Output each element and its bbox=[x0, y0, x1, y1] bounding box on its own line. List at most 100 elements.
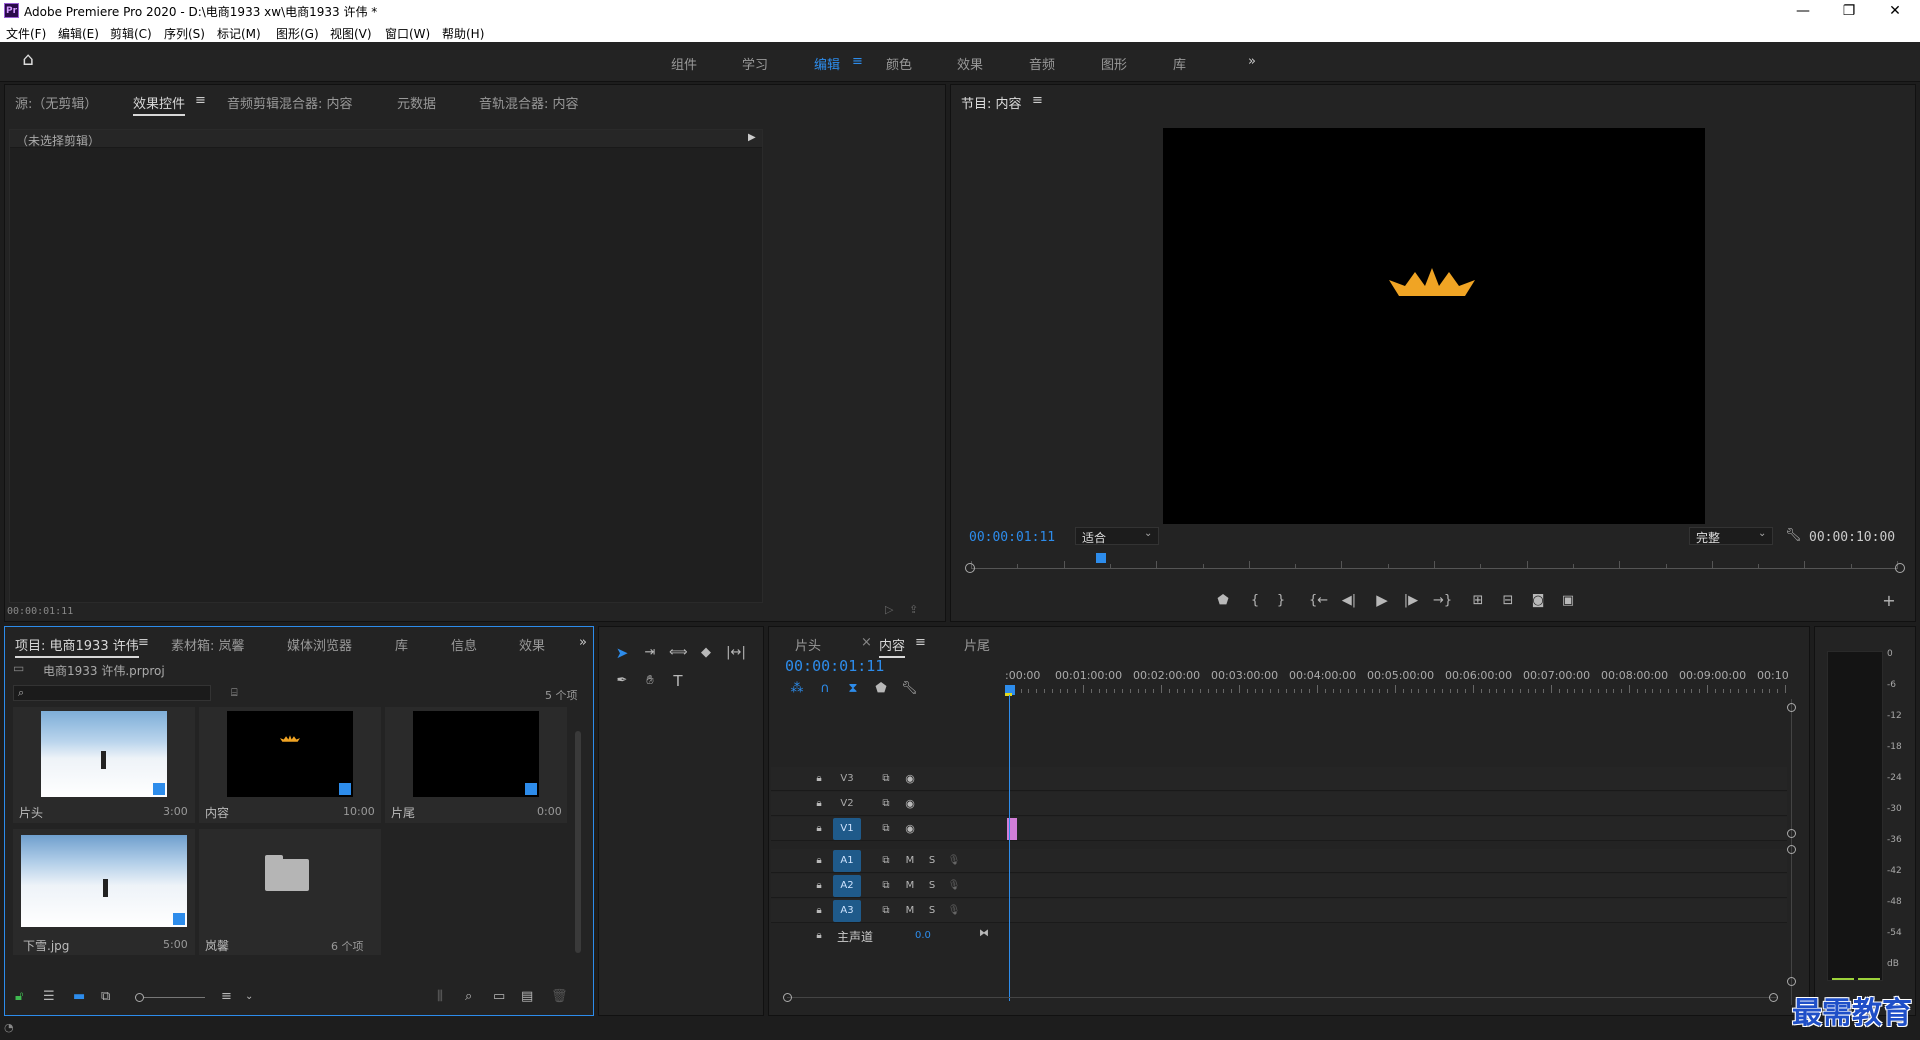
lock-icon[interactable]: 🔒︎ bbox=[813, 853, 825, 869]
sync-lock-icon[interactable]: ⧉ bbox=[879, 796, 893, 812]
lock-icon[interactable]: 🔓︎ bbox=[15, 989, 23, 1005]
track-label-v1[interactable]: V1 bbox=[833, 818, 861, 840]
tab-audio-clip-mixer[interactable]: 音频剪辑混合器: 内容 bbox=[227, 93, 353, 112]
menu-graphics[interactable]: 图形(G) bbox=[276, 25, 319, 42]
project-menu-icon[interactable]: ≡ bbox=[138, 635, 149, 650]
close-button[interactable]: ✕ bbox=[1872, 0, 1918, 22]
snap-icon[interactable]: ∩ bbox=[817, 681, 833, 697]
list-view-icon[interactable]: ☰ bbox=[43, 989, 55, 1005]
filter-icon[interactable]: ▷ bbox=[885, 603, 893, 616]
nest-icon[interactable]: ⁂ bbox=[789, 681, 805, 697]
tab-sequence-content[interactable]: 内容 bbox=[879, 635, 906, 658]
tab-sequence-outro[interactable]: 片尾 bbox=[964, 635, 990, 654]
lock-icon[interactable]: 🔒︎ bbox=[813, 771, 825, 787]
menu-window[interactable]: 窗口(W) bbox=[385, 25, 430, 42]
program-current-timecode[interactable]: 00:00:01:11 bbox=[969, 530, 1055, 545]
workspace-editing[interactable]: 编辑 bbox=[814, 54, 840, 73]
audio-scroll-top-handle[interactable] bbox=[1787, 845, 1796, 854]
icon-view-icon[interactable]: ▬ bbox=[73, 989, 85, 1005]
go-to-in-icon[interactable]: {← bbox=[1309, 593, 1328, 609]
mute-button[interactable]: M bbox=[903, 878, 917, 894]
export-icon[interactable]: ⇪ bbox=[909, 603, 918, 616]
timeline-menu-icon[interactable]: ≡ bbox=[915, 635, 926, 650]
solo-button[interactable]: S bbox=[925, 853, 939, 869]
project-item-bin[interactable]: 岚馨 6 个项 bbox=[199, 829, 381, 955]
lift-icon[interactable]: ⊞ bbox=[1469, 593, 1487, 609]
track-label-v2[interactable]: V2 bbox=[833, 793, 861, 815]
workspace-menu-icon[interactable]: ≡ bbox=[852, 54, 863, 69]
fit-dropdown[interactable]: 适合 ⌄ bbox=[1075, 527, 1159, 545]
scroll-start-handle[interactable] bbox=[965, 563, 975, 573]
track-label-a2[interactable]: A2 bbox=[833, 875, 861, 897]
track-row-v2[interactable]: 🔒︎ V2 ⧉ ◉ bbox=[771, 792, 1787, 816]
track-row-v3[interactable]: 🔒︎ V3 ⧉ ◉ bbox=[771, 767, 1787, 791]
eye-icon[interactable]: ◉ bbox=[903, 771, 917, 787]
linked-selection-icon[interactable]: ⧗ bbox=[845, 681, 861, 697]
tab-project[interactable]: 项目: 电商1933 许伟 bbox=[15, 635, 139, 658]
project-item-intro[interactable]: 片头 3:00 bbox=[13, 707, 195, 823]
pen-tool-icon[interactable]: ✒ bbox=[613, 673, 631, 689]
project-item-outro[interactable]: 片尾 0:00 bbox=[385, 707, 567, 823]
tab-metadata[interactable]: 元数据 bbox=[397, 93, 436, 112]
step-back-icon[interactable]: ◀| bbox=[1341, 593, 1357, 609]
workspace-audio[interactable]: 音频 bbox=[1029, 54, 1055, 73]
microphone-icon[interactable]: 🎙︎ bbox=[947, 903, 961, 919]
track-label-a1[interactable]: A1 bbox=[833, 850, 861, 872]
mute-button[interactable]: M bbox=[903, 903, 917, 919]
track-label-a3[interactable]: A3 bbox=[833, 900, 861, 922]
program-title[interactable]: 节目: 内容 bbox=[961, 93, 1022, 112]
workspace-libraries[interactable]: 库 bbox=[1173, 54, 1186, 73]
menu-sequence[interactable]: 序列(S) bbox=[164, 25, 205, 42]
new-search-bin-icon[interactable]: ⌸ bbox=[231, 686, 238, 700]
menu-edit[interactable]: 编辑(E) bbox=[58, 25, 99, 42]
menu-clip[interactable]: 剪辑(C) bbox=[110, 25, 152, 42]
video-scroll-bottom-handle[interactable] bbox=[1787, 829, 1796, 838]
tab-effect-controls[interactable]: 效果控件 bbox=[133, 93, 186, 116]
tab-source[interactable]: 源:（无剪辑） bbox=[15, 93, 97, 112]
timeline-timecode[interactable]: 00:00:01:11 bbox=[785, 657, 884, 675]
wrench-icon[interactable]: 🔧︎ bbox=[1785, 528, 1802, 543]
add-marker-icon[interactable]: ⬟ bbox=[873, 681, 889, 697]
step-forward-icon[interactable]: |▶ bbox=[1403, 593, 1419, 609]
tab-bin[interactable]: 素材箱: 岚馨 bbox=[171, 635, 245, 654]
hand-tool-icon[interactable]: ✋︎ bbox=[641, 673, 659, 689]
track-row-v1[interactable]: 🔒︎ V1 ⧉ ◉ bbox=[771, 817, 1787, 841]
home-icon[interactable]: ⌂ bbox=[18, 51, 38, 69]
button-editor-plus-icon[interactable]: + bbox=[1881, 593, 1897, 609]
workspace-assembly[interactable]: 组件 bbox=[671, 54, 697, 73]
expand-arrow-icon[interactable]: ▶ bbox=[748, 132, 756, 143]
microphone-icon[interactable]: 🎙︎ bbox=[947, 878, 961, 894]
mark-in-icon[interactable]: { bbox=[1247, 593, 1263, 609]
ripple-edit-tool-icon[interactable]: ⟺ bbox=[669, 645, 688, 661]
program-playhead[interactable] bbox=[1095, 553, 1106, 563]
minimize-button[interactable]: — bbox=[1780, 0, 1826, 22]
workspace-graphics[interactable]: 图形 bbox=[1101, 54, 1127, 73]
automate-to-sequence-icon[interactable]: ⫼ bbox=[437, 989, 443, 1005]
lock-icon[interactable]: 🔒︎ bbox=[813, 903, 825, 919]
tab-info[interactable]: 信息 bbox=[451, 635, 477, 654]
panel-menu-icon[interactable]: ≡ bbox=[195, 93, 206, 108]
video-scroll-top-handle[interactable] bbox=[1787, 703, 1796, 712]
project-search-input[interactable]: ⌕ bbox=[13, 685, 211, 701]
track-row-a1[interactable]: 🔒︎ A1 ⧉ M S 🎙︎ bbox=[771, 849, 1787, 873]
workspace-learning[interactable]: 学习 bbox=[742, 54, 768, 73]
mark-out-icon[interactable]: } bbox=[1273, 593, 1289, 609]
type-tool-icon[interactable]: T bbox=[669, 673, 687, 689]
tab-audio-track-mixer[interactable]: 音轨混合器: 内容 bbox=[479, 93, 579, 112]
chevron-down-icon[interactable]: ⌄ bbox=[245, 989, 253, 1005]
program-scrubber[interactable] bbox=[965, 553, 1905, 575]
eye-icon[interactable]: ◉ bbox=[903, 821, 917, 837]
program-menu-icon[interactable]: ≡ bbox=[1032, 93, 1043, 108]
play-icon[interactable]: ▶ bbox=[1373, 592, 1391, 608]
menu-view[interactable]: 视图(V) bbox=[330, 25, 372, 42]
camera-icon[interactable]: ◙ bbox=[1529, 593, 1547, 609]
time-ruler[interactable]: :00:00 00:01:00:00 00:02:00:00 00:03:00:… bbox=[1005, 667, 1795, 695]
lock-icon[interactable]: 🔒︎ bbox=[813, 878, 825, 894]
menu-marker[interactable]: 标记(M) bbox=[217, 25, 261, 42]
razor-tool-icon[interactable]: ◆ bbox=[697, 645, 715, 661]
more-tabs-icon[interactable]: » bbox=[579, 635, 587, 650]
microphone-icon[interactable]: 🎙︎ bbox=[947, 853, 961, 869]
tab-sequence-intro[interactable]: 片头 bbox=[795, 635, 821, 654]
lock-icon[interactable]: 🔒︎ bbox=[813, 796, 825, 812]
scroll-end-handle[interactable] bbox=[1895, 563, 1905, 573]
